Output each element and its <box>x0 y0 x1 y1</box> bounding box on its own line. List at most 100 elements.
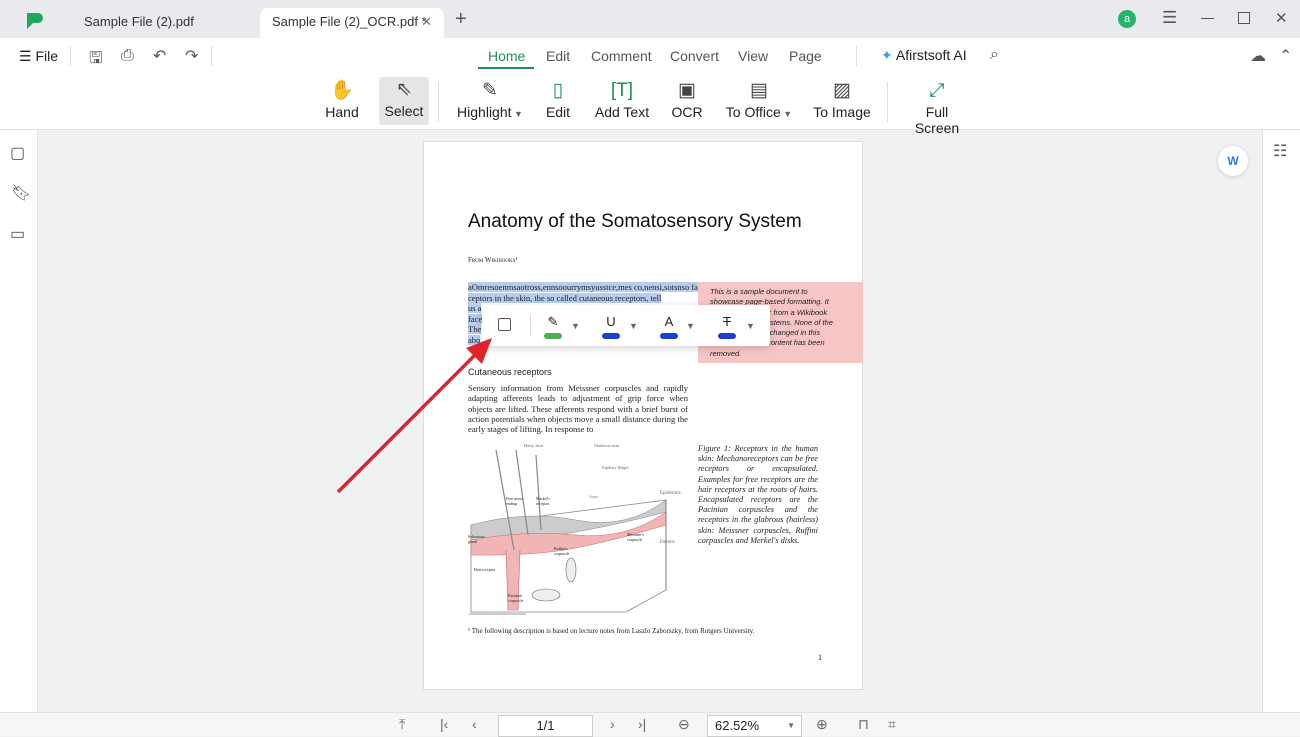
full-screen-tool[interactable]: ⤢ Full Screen <box>902 78 972 136</box>
chevron-down-icon[interactable]: ▼ <box>686 321 695 331</box>
maximize-button[interactable] <box>1238 12 1250 24</box>
tab-label: Sample File (2)_OCR.pdf * <box>272 14 427 29</box>
figure-label: Glabrous skin <box>594 443 620 448</box>
close-window-button[interactable]: ✕ <box>1275 9 1288 27</box>
note-line: removed. <box>710 348 742 358</box>
highlighter-icon: ✎ <box>547 314 559 329</box>
tab-edit[interactable]: Edit <box>546 48 570 64</box>
tab-page[interactable]: Page <box>789 48 822 64</box>
figure-label: Merkel's receptor <box>536 496 550 506</box>
chevron-down-icon[interactable]: ▼ <box>571 321 580 331</box>
bookmark-icon[interactable]: 🔖︎ <box>11 183 31 203</box>
sparkle-icon: ✦ <box>881 47 896 63</box>
ocr-tool[interactable]: ▣ OCR <box>670 78 704 126</box>
body-paragraph: Sensory information from Meissner corpus… <box>468 383 688 435</box>
tab-home[interactable]: Home <box>488 48 525 64</box>
undo-icon[interactable]: ↶ <box>153 46 166 66</box>
text-line: face <box>468 313 483 324</box>
tab-sample-file-ocr[interactable]: Sample File (2)_OCR.pdf * ✕ <box>260 8 444 38</box>
status-bar: ⤒ |‹ ‹ 1/1 › ›| ⊖ 62.52% ▼ ⊕ ⊓ ⌗ <box>0 712 1300 737</box>
tab-sample-file[interactable]: Sample File (2).pdf <box>72 8 252 38</box>
underline-button[interactable]: U <box>600 313 622 339</box>
properties-panel-icon[interactable]: ☷ <box>1273 141 1287 161</box>
skin-receptors-figure <box>469 449 667 615</box>
text-color-swatch <box>660 333 678 339</box>
tab-label: Sample File (2).pdf <box>84 14 194 29</box>
figure-label: Epidermis <box>660 491 681 496</box>
fit-width-icon[interactable]: ⊓ <box>858 716 869 733</box>
figure-label: Hairy skin <box>524 443 543 448</box>
menu-icon[interactable]: ☰ <box>1162 8 1177 28</box>
tool-label: Full Screen <box>914 104 960 136</box>
tool-label: Add Text <box>594 104 650 120</box>
avatar[interactable]: a <box>1118 10 1136 28</box>
add-text-tool[interactable]: [T] Add Text <box>594 78 650 126</box>
highlight-color-button[interactable]: ✎ <box>542 313 564 339</box>
tool-label: Highlight <box>457 104 512 120</box>
ribbon-toolbar: ☰ File 🖫 ⎙ ↶ ↷ Home Edit Comment Convert… <box>0 38 1300 136</box>
figure-label: Free nerve ending <box>506 496 523 506</box>
page-number: 1 <box>818 653 822 662</box>
minimize-button[interactable] <box>1201 18 1214 19</box>
new-tab-button[interactable]: + <box>455 8 467 31</box>
select-tool[interactable]: ⇖ Select <box>379 77 429 125</box>
strikethrough-swatch <box>718 333 736 339</box>
prev-page-icon[interactable]: ‹ <box>472 716 477 732</box>
highlight-swatch <box>544 333 562 339</box>
next-page-icon[interactable]: › <box>610 716 615 732</box>
comment-icon[interactable]: ▭ <box>10 224 25 244</box>
page-input[interactable]: 1/1 <box>498 715 593 737</box>
fit-page-icon[interactable]: ⌗ <box>888 716 896 733</box>
figure-caption: Figure 1: Receptors in the human skin: M… <box>698 444 818 545</box>
hamburger-icon: ☰ <box>19 48 36 64</box>
close-tab-icon[interactable]: ✕ <box>421 8 432 36</box>
tab-view[interactable]: View <box>738 48 768 64</box>
tool-label: Hand <box>325 104 359 120</box>
right-sidebar: ☷ <box>1262 130 1300 712</box>
tab-convert[interactable]: Convert <box>670 48 719 64</box>
last-page-icon[interactable]: ›| <box>638 716 646 732</box>
chevron-down-icon[interactable]: ▼ <box>629 321 638 331</box>
to-office-tool[interactable]: ▤ To Office ▼ <box>724 78 794 126</box>
to-image-tool[interactable]: ▨ To Image <box>812 78 872 126</box>
zoom-value: 62.52% <box>715 718 760 733</box>
edit-tool[interactable]: ▯ Edit <box>543 78 573 126</box>
hand-tool[interactable]: ✋ Hand <box>322 78 362 126</box>
fullscreen-icon: ⤢ <box>929 80 945 101</box>
tab-comment[interactable]: Comment <box>591 48 652 64</box>
thumbnails-icon[interactable]: ▢ <box>10 143 25 163</box>
text-color-button[interactable]: A <box>658 313 680 339</box>
redo-icon[interactable]: ↷ <box>185 46 198 66</box>
figure-label: Hair receptor <box>474 567 496 572</box>
search-icon[interactable]: ⌕ <box>990 46 999 64</box>
tool-label: Edit <box>545 104 571 120</box>
collapse-ribbon-icon[interactable]: ⌃ <box>1279 46 1292 66</box>
strikethrough-icon: T <box>723 314 731 329</box>
zoom-in-icon[interactable]: ⊕ <box>816 716 828 733</box>
note-line: This is a sample document to <box>710 287 808 296</box>
text-line: us a <box>468 303 482 313</box>
first-page-icon[interactable]: |‹ <box>440 716 448 732</box>
file-menu[interactable]: ☰ File <box>19 48 58 65</box>
cloud-upload-icon[interactable]: ☁ <box>1250 46 1266 66</box>
strikethrough-button[interactable]: T <box>716 313 738 339</box>
text-color-icon: A <box>664 314 674 329</box>
underline-swatch <box>602 333 620 339</box>
save-icon[interactable]: 🖫 <box>89 47 103 74</box>
zoom-select[interactable]: 62.52% ▼ <box>707 715 802 737</box>
chevron-down-icon[interactable]: ▼ <box>746 321 755 331</box>
translate-icon[interactable]: W <box>1218 146 1248 176</box>
underline-icon: U <box>606 314 616 329</box>
text-selection-toolbar: ✎ ▼ U ▼ A ▼ T ▼ <box>482 305 770 346</box>
zoom-out-icon[interactable]: ⊖ <box>678 716 690 733</box>
tool-label: OCR <box>671 104 703 120</box>
figure-label: Meissner's corpuscle <box>627 532 644 542</box>
figure-label: Dermis <box>660 540 675 545</box>
afirstsoft-ai-button[interactable]: ✦ Afirstsoft AI <box>881 47 967 64</box>
scroll-top-icon[interactable]: ⤒ <box>399 716 405 733</box>
print-icon[interactable]: ⎙ <box>121 47 134 65</box>
edit-icon: ▯ <box>552 80 564 101</box>
highlight-tool[interactable]: ✎ Highlight ▼ <box>454 78 526 126</box>
document-source: From Wikibooks¹ <box>468 256 518 264</box>
file-label: File <box>35 48 59 64</box>
